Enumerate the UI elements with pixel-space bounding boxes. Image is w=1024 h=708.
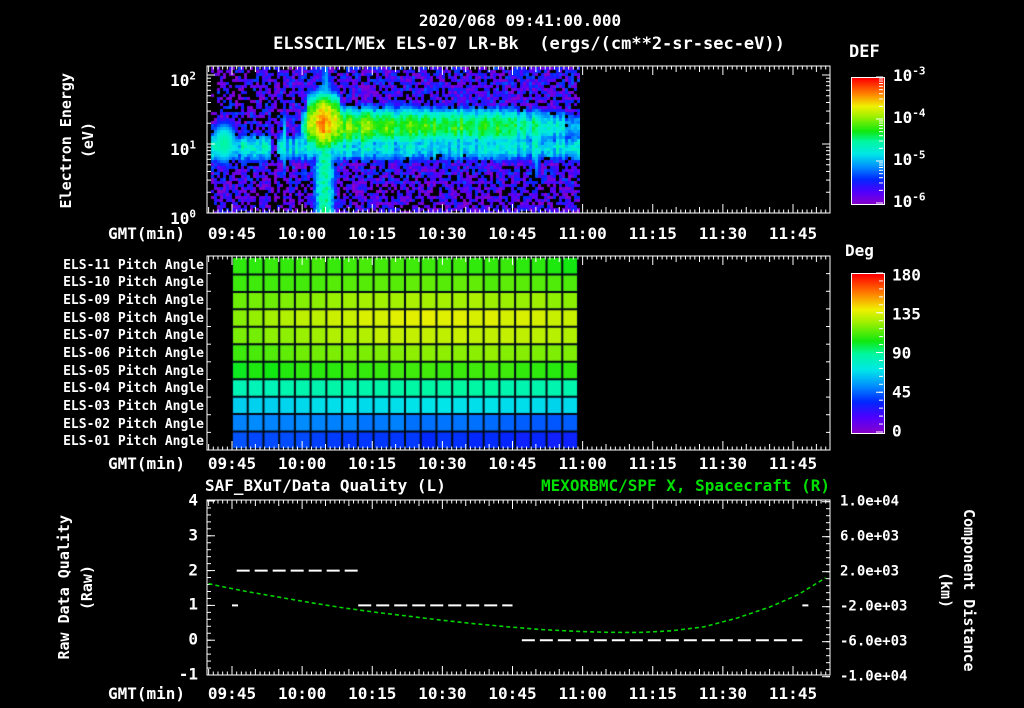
distance-tick-label: 1.0e+04	[840, 493, 900, 510]
deg-tick-label: 180	[892, 265, 921, 285]
x-tick-label: 11:15	[628, 684, 677, 703]
pitch-row-label: ELS-07 Pitch Angle	[63, 328, 204, 344]
quality-tick-label: 1	[188, 594, 198, 614]
x-tick-label: 10:15	[348, 454, 397, 473]
pitch-row-label: ELS-11 Pitch Angle	[63, 257, 204, 273]
x-tick-label: 10:45	[488, 684, 537, 703]
pitch-row-label: ELS-09 Pitch Angle	[63, 293, 204, 309]
x-tick-label: 11:15	[628, 454, 677, 473]
component-distance-axis-units: (km)	[937, 572, 955, 609]
distance-tick-label: 6.0e+03	[840, 528, 900, 545]
pitch-row-label: ELS-02 Pitch Angle	[63, 416, 204, 432]
distance-tick-label: -6.0e+03	[840, 633, 908, 650]
spacecraft-series	[208, 577, 827, 634]
gmt-label-middle: GMT(min)	[107, 454, 185, 473]
x-tick-label: 11:15	[628, 224, 677, 243]
x-tick-label: 10:45	[488, 224, 537, 243]
pitch-row-label: ELS-03 Pitch Angle	[63, 399, 204, 415]
x-tick-label: 11:45	[768, 684, 818, 703]
pitch-row-label: ELS-08 Pitch Angle	[63, 310, 204, 326]
x-tick-label: 10:45	[488, 454, 537, 473]
x-tick-label: 11:00	[558, 224, 607, 243]
x-tick-label: 10:00	[278, 454, 327, 473]
x-tick-label: 11:30	[698, 684, 747, 703]
def-colorbar-title: DEF	[849, 42, 880, 62]
def-tick-label: 10-5	[893, 148, 926, 169]
quality-tick-label: -1	[178, 664, 198, 684]
pitch-row-label: ELS-01 Pitch Angle	[63, 434, 204, 450]
deg-tick-label: 135	[892, 304, 921, 324]
component-distance-axis-label: Component Distance	[960, 508, 978, 672]
raw-quality-axis-units: (Raw)	[78, 564, 96, 610]
x-tick-label: 10:15	[348, 684, 397, 703]
x-tick-label: 11:00	[558, 684, 607, 703]
bottom-title-right: MEXORBMC/SPF X, Spacecraft (R)	[541, 476, 830, 495]
x-tick-label: 10:00	[278, 684, 327, 703]
distance-tick-label: 2.0e+03	[840, 563, 900, 580]
quality-tick-label: 3	[188, 525, 198, 545]
title-datetime: 2020/068 09:41:00.000	[418, 11, 622, 30]
pitch-row-label: ELS-04 Pitch Angle	[63, 381, 204, 397]
x-tick-label: 11:30	[698, 454, 747, 473]
energy-tick-label: 101	[170, 138, 196, 159]
deg-tick-label: 45	[892, 382, 912, 402]
energy-tick-label: 100	[170, 207, 196, 228]
quality-tick-label: 4	[188, 490, 198, 510]
x-tick-label: 10:30	[418, 684, 467, 703]
title-instrument: ELSSCIL/MEx ELS-07 LR-Bk (ergs/(cm**2-sr…	[273, 34, 785, 54]
def-tick-label: 10-4	[893, 106, 926, 127]
electron-energy-axis-units: (eV)	[79, 122, 97, 159]
panel-borders	[206, 65, 831, 676]
x-tick-label: 09:45	[207, 454, 257, 473]
x-tick-label: 10:30	[418, 224, 467, 243]
pitch-row-label: ELS-10 Pitch Angle	[63, 275, 204, 291]
deg-colorbar-title: Deg	[845, 241, 874, 260]
x-tick-label: 09:45	[207, 684, 257, 703]
x-tick-label: 09:45	[207, 224, 257, 243]
tick-marks	[207, 66, 830, 678]
quality-series	[232, 569, 809, 642]
gmt-label-top: GMT(min)	[107, 224, 185, 243]
colorbar-ticks	[876, 76, 883, 433]
pitch-row-label: ELS-06 Pitch Angle	[63, 346, 204, 362]
x-tick-label: 11:45	[768, 454, 818, 473]
plot-viewer-screen: 2020/068 09:41:00.000 ELSSCIL/MEx ELS-07…	[0, 0, 1024, 708]
gmt-label-bottom: GMT(min)	[107, 684, 185, 703]
x-tick-label: 11:30	[698, 224, 747, 243]
x-tick-label: 10:30	[418, 454, 467, 473]
def-tick-label: 10-6	[893, 190, 926, 211]
quality-tick-label: 2	[188, 560, 198, 580]
def-tick-label: 10-3	[893, 64, 926, 85]
distance-tick-label: -2.0e+03	[840, 598, 908, 615]
deg-tick-label: 0	[892, 421, 902, 441]
raw-quality-axis-label: Raw Data Quality	[55, 514, 73, 660]
distance-tick-label: -1.0e+04	[840, 668, 908, 685]
electron-energy-axis-label: Electron Energy	[57, 72, 75, 208]
x-tick-label: 11:00	[558, 454, 607, 473]
deg-tick-label: 90	[892, 343, 912, 363]
bottom-title-left: SAF_BXuT/Data Quality (L)	[205, 476, 446, 495]
energy-tick-label: 102	[170, 69, 196, 90]
x-tick-label: 11:45	[768, 224, 818, 243]
pitch-row-label: ELS-05 Pitch Angle	[63, 363, 204, 379]
x-tick-label: 10:15	[348, 224, 397, 243]
quality-tick-label: 0	[188, 629, 198, 649]
x-tick-label: 10:00	[278, 224, 327, 243]
